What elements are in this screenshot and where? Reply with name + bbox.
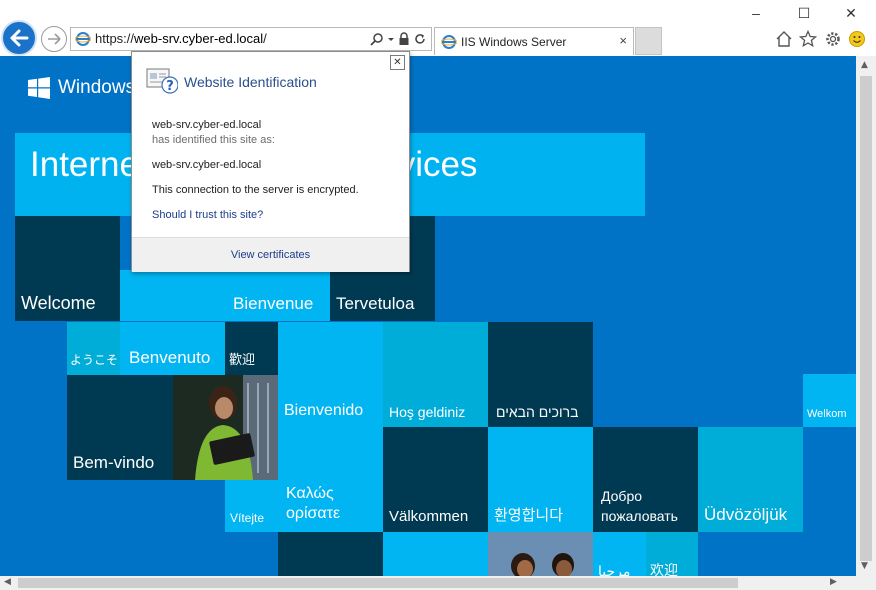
address-icons — [370, 31, 427, 47]
popup-identified-by: has identified this site as: — [152, 134, 275, 146]
tile-label: Välkommen — [389, 508, 469, 525]
smiley-feedback-icon[interactable] — [848, 30, 866, 48]
site-identity-icon: ? — [146, 68, 178, 94]
tile-marhaba: مرحبا — [593, 532, 646, 576]
tile-dobro-pozhalovat: Добро пожаловать — [593, 427, 698, 532]
vertical-scrollbar[interactable]: ▲ ▼ — [856, 56, 876, 576]
svg-text:?: ? — [166, 79, 174, 94]
ie-tab-icon — [441, 35, 457, 49]
photo-woman-laptop — [173, 375, 278, 480]
vertical-scroll-thumb[interactable] — [860, 76, 872, 561]
popup-site-name: web-srv.cyber-ed.local — [152, 119, 262, 131]
tile-label: Добро пожаловать — [601, 488, 678, 524]
tile-valkommen: Välkommen — [383, 427, 488, 532]
scrollbar-corner — [856, 576, 876, 590]
new-tab-button[interactable] — [635, 27, 662, 55]
minimize-button[interactable]: – — [741, 2, 771, 24]
popup-footer: View certificates — [132, 237, 409, 272]
tile-bienvenido: Bienvenido — [278, 322, 383, 427]
website-identification-popup: ? Website Identification ✕ web-srv.cyber… — [131, 51, 410, 272]
tile-youkoso: ようこそ — [67, 322, 120, 375]
tile-hos-geldiniz: Hoş geldiniz — [383, 322, 488, 427]
tile-label: 歡迎 — [229, 352, 256, 367]
tile-label: ברוכים הבאים — [496, 404, 579, 420]
gear-icon[interactable] — [824, 30, 842, 48]
windows-logo: Windows — [28, 77, 135, 99]
address-host: web-srv.cyber-ed.local — [134, 31, 264, 46]
tile-hwanyeong: 환영합니다 — [488, 427, 593, 532]
tile-kalos-orisate: Καλώς ορίσατε — [278, 427, 383, 532]
browser-toolbar: https://web-srv.cyber-ed.local/ IIS Wind… — [0, 0, 876, 56]
tile-label: Tervetuloa — [336, 294, 415, 313]
scroll-left-arrow-icon[interactable]: ◀ — [4, 577, 11, 587]
tile-filler — [120, 270, 225, 321]
scroll-down-arrow-icon[interactable]: ▼ — [861, 561, 868, 571]
scroll-up-arrow-icon[interactable]: ▲ — [861, 60, 868, 70]
tile-brukhim-habaim: ברוכים הבאים — [488, 322, 593, 427]
tile-bem-vindo: Bem-vindo — [67, 375, 173, 480]
photo-people-image — [488, 532, 593, 576]
refresh-icon[interactable] — [413, 32, 427, 46]
tile-vitejte: Vítejte — [225, 480, 278, 532]
home-icon[interactable] — [775, 30, 793, 48]
favorites-star-icon[interactable] — [799, 30, 817, 48]
horizontal-scroll-thumb[interactable] — [18, 578, 738, 588]
photo-people — [488, 532, 593, 576]
page-viewport: Windows Internet Information Services We… — [0, 56, 856, 576]
arrow-right-icon — [48, 33, 61, 45]
tile-bottom-dark — [278, 532, 383, 576]
tile-huanying-trad: 歡迎 — [225, 322, 278, 375]
address-text: https://web-srv.cyber-ed.local/ — [95, 31, 267, 46]
tile-huanying-simp: 欢迎 — [646, 532, 698, 576]
popup-encryption-status: This connection to the server is encrypt… — [152, 184, 359, 196]
photo-woman-laptop-image — [173, 375, 278, 480]
popup-identity: web-srv.cyber-ed.local — [152, 159, 262, 171]
tile-label: Hoş geldiniz — [389, 404, 466, 420]
tile-label: Üdvözöljük — [704, 505, 788, 524]
tile-label: Welkom — [807, 408, 847, 420]
address-bar[interactable]: https://web-srv.cyber-ed.local/ — [70, 27, 432, 51]
tile-welcome: Welcome — [15, 216, 120, 321]
tile-label: Vítejte — [230, 511, 265, 525]
trust-site-link[interactable]: Should I trust this site? — [152, 209, 263, 221]
lock-icon[interactable] — [398, 32, 410, 46]
address-scheme: https:// — [95, 31, 135, 46]
tile-label: 欢迎 — [650, 562, 678, 576]
windows-flag-icon — [28, 77, 50, 99]
tile-label: Bienvenido — [284, 402, 364, 419]
back-button[interactable] — [1, 20, 37, 56]
close-window-button[interactable]: ✕ — [836, 2, 866, 24]
windows-logo-text: Windows — [58, 77, 136, 98]
tab-iis-windows-server[interactable]: IIS Windows Server × — [434, 27, 634, 55]
view-certificates-link[interactable]: View certificates — [132, 249, 409, 261]
tile-label: Benvenuto — [129, 348, 211, 367]
search-icon[interactable] — [370, 32, 384, 46]
tile-label: Καλώς ορίσατε — [286, 485, 341, 522]
tile-label: Welcome — [21, 293, 96, 313]
ie-page-icon — [75, 32, 91, 46]
tile-label: Bienvenue — [233, 294, 314, 313]
maximize-button[interactable]: ☐ — [789, 2, 819, 24]
chevron-down-icon[interactable] — [387, 32, 395, 46]
address-path: / — [263, 31, 267, 46]
tile-bottom-cyan — [383, 532, 488, 576]
tab-title: IIS Windows Server — [461, 35, 567, 49]
tile-benvenuto: Benvenuto — [120, 322, 225, 375]
tile-label: مرحبا — [598, 563, 631, 576]
popup-close-button[interactable]: ✕ — [390, 55, 405, 70]
tile-label: 환영합니다 — [494, 507, 564, 524]
tile-label: ようこそ — [70, 353, 119, 367]
tile-label: Bem-vindo — [73, 453, 155, 472]
tile-udvozoljuk: Üdvözöljük — [698, 427, 803, 532]
tile-welkom: Welkom — [803, 374, 856, 427]
popup-title: Website Identification — [184, 74, 317, 90]
arrow-left-icon — [10, 29, 29, 47]
tab-close-button[interactable]: × — [619, 33, 627, 48]
scroll-right-arrow-icon[interactable]: ▶ — [830, 577, 837, 587]
forward-button[interactable] — [41, 26, 67, 52]
horizontal-scrollbar[interactable]: ◀ ▶ — [0, 576, 856, 590]
